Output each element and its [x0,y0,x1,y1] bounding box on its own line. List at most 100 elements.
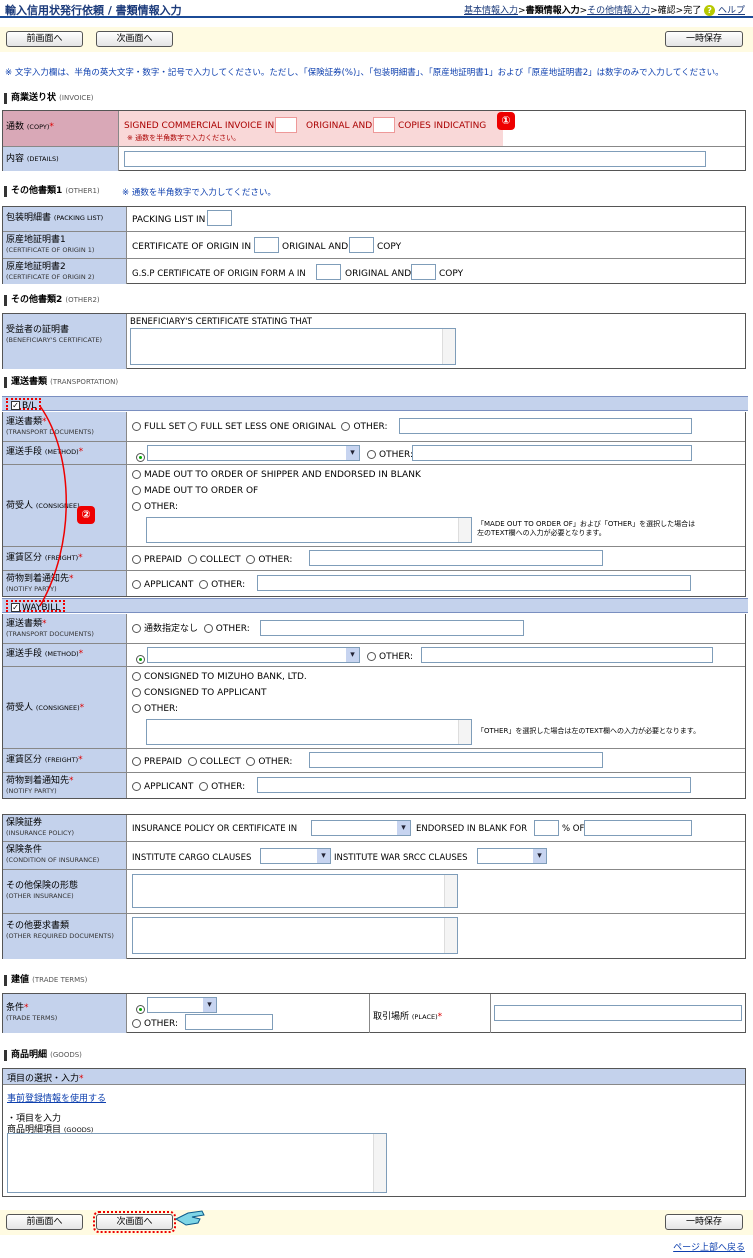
wb-method-select-radio[interactable] [136,655,145,664]
step-breadcrumb: 基本情報入力>書類情報入力>その他情報入力>確認>完了 ? ヘルプ [464,5,745,16]
bl-applicant-radio[interactable] [132,580,141,589]
wb-notify-other-input[interactable] [257,777,691,793]
page-title: 輸入信用状発行依頼 / 書類情報入力 [5,4,182,17]
bl-method-other-radio[interactable] [367,450,376,459]
bl-doc-other-input[interactable] [399,418,692,434]
wb-consignee-textarea[interactable] [146,719,472,745]
marker-1: ① [497,112,515,130]
section-goods-heading: 商品明細 (GOODS) [4,1050,82,1061]
cargo-clauses-select[interactable] [260,848,331,864]
policy-label: 保険証券 (INSURANCE POLICY) [3,815,127,841]
packing-count-input[interactable] [207,210,232,226]
terms-other-radio[interactable] [132,1019,141,1028]
policy-select[interactable] [311,820,411,836]
bl-fullset-less-radio[interactable] [188,422,198,431]
place-input[interactable] [494,1005,742,1021]
details-label: 内容 (DETAILS) [3,147,119,171]
packing-label: 包装明細書 (PACKING LIST) [3,207,127,231]
bl-freight-other-input[interactable] [309,550,603,566]
wb-collect-radio[interactable] [187,757,197,766]
next-button-bottom[interactable]: 次画面へ [93,1211,176,1233]
wb-cons-mizuho-radio[interactable] [132,672,141,681]
copy-note: ※ 通数を半角数字で入力ください。 [127,134,241,142]
co2-label: 原産地証明書2 (CERTIFICATE OF ORIGIN 2) [3,259,127,284]
bl-cons-shipper-radio[interactable] [132,470,141,479]
co1-original-input[interactable] [254,237,279,253]
section-transport-heading: 運送書類 (TRANSPORTATION) [4,377,118,388]
bl-doc-other-radio[interactable] [341,422,351,431]
back-to-top-link[interactable]: ページ上部へ戻る [673,1240,745,1253]
co2-copy-input[interactable] [411,264,436,280]
bl-method-select[interactable] [147,445,360,461]
step-current: 書類情報入力 [525,6,580,16]
wb-cons-applicant-radio[interactable] [132,688,141,697]
wb-method-other-input[interactable] [421,647,713,663]
goods-textarea[interactable] [7,1133,387,1193]
wb-no-count-radio[interactable] [132,624,141,633]
next-button-top[interactable]: 次画面へ [96,31,173,47]
bl-method-select-radio[interactable] [136,453,145,462]
place-label: 取引場所 (PLACE)* [369,994,491,1033]
co1-label: 原産地証明書1 (CERTIFICATE OF ORIGIN 1) [3,232,127,258]
wb-doc-other-radio[interactable] [203,624,213,633]
help-icon[interactable]: ? [704,5,716,16]
trade-table: 条件*(TRADE TERMS) OTHER: 取引場所 (PLACE)* [2,993,746,1033]
wb-doc-label: 運送書類* (TRANSPORT DOCUMENTS) [3,614,127,643]
wb-applicant-radio[interactable] [132,782,141,791]
wb-method-select[interactable] [147,647,360,663]
wb-prepaid-radio[interactable] [132,757,141,766]
beneficiary-textarea[interactable] [130,328,456,365]
prev-button-top[interactable]: 前画面へ [6,31,83,47]
policy-percent-input[interactable] [534,820,559,836]
bl-notify-other-radio[interactable] [199,580,209,589]
goods-band: 項目の選択・入力* [3,1069,745,1085]
section-invoice-heading: 商業送り状 (INVOICE) [4,93,93,104]
invoice-original-count-input[interactable] [275,117,297,133]
input-notice: ※ 文字入力欄は、半角の英大文字・数字・記号で入力してください。ただし、「保険証… [5,68,724,78]
other-docs-textarea[interactable] [132,917,458,954]
bl-notify-other-input[interactable] [257,575,691,591]
step-other-link[interactable]: その他情報入力 [587,6,650,16]
wb-freight-other-radio[interactable] [246,757,256,766]
pointing-hand-icon [174,1210,205,1226]
co2-original-input[interactable] [316,264,341,280]
wb-notify-other-radio[interactable] [199,782,209,791]
use-registered-info-link[interactable]: 事前登録情報を使用する [7,1091,106,1104]
invoice-copy-count-input[interactable] [373,117,395,133]
save-button-bottom[interactable]: 一時保存 [665,1214,743,1230]
other1-note: ※ 通数を半角数字で入力してください。 [122,188,276,198]
step-basic-link[interactable]: 基本情報入力 [464,6,518,16]
terms-select-radio[interactable] [136,1005,145,1014]
waybill-table: 運送書類* (TRANSPORT DOCUMENTS) 通数指定なし OTHER:… [2,614,746,799]
other1-table: 包装明細書 (PACKING LIST) PACKING LIST IN 原産地… [2,206,746,284]
policy-of-input[interactable] [584,820,692,836]
prev-button-bottom[interactable]: 前画面へ [6,1214,83,1230]
wb-freight-other-input[interactable] [309,752,603,768]
marker-2: ② [77,506,95,524]
terms-other-input[interactable] [185,1014,273,1030]
bl-freight-other-radio[interactable] [246,555,256,564]
bl-collect-radio[interactable] [187,555,197,564]
bl-fullset-radio[interactable] [132,422,141,431]
save-button-top[interactable]: 一時保存 [665,31,743,47]
wb-method-label: 運送手段 (METHOD)* [3,644,127,666]
beneficiary-label: 受益者の証明書 (BENEFICIARY'S CERTIFICATE) [3,314,127,369]
other-docs-label: その他要求書類 (OTHER REQUIRED DOCUMENTS) [3,914,127,959]
other-insurance-textarea[interactable] [132,874,458,908]
bl-cons-order-radio[interactable] [132,486,141,495]
wb-cons-other-radio[interactable] [132,704,141,713]
section-other2-heading: その他書類2 (OTHER2) [4,295,100,306]
wb-method-other-radio[interactable] [367,652,376,661]
wb-consignee-label: 荷受人 (CONSIGNEE)* [3,667,127,748]
bl-method-other-input[interactable] [412,445,692,461]
other-insurance-label: その他保険の形態 (OTHER INSURANCE) [3,870,127,913]
co1-copy-input[interactable] [349,237,374,253]
invoice-details-input[interactable] [124,151,706,167]
war-srcc-select[interactable] [477,848,547,864]
bl-prepaid-radio[interactable] [132,555,141,564]
wb-doc-other-input[interactable] [260,620,524,636]
help-link[interactable]: ヘルプ [718,6,745,16]
bl-consignee-textarea[interactable] [146,517,472,543]
terms-select[interactable] [147,997,217,1013]
bl-cons-other-radio[interactable] [132,502,141,511]
